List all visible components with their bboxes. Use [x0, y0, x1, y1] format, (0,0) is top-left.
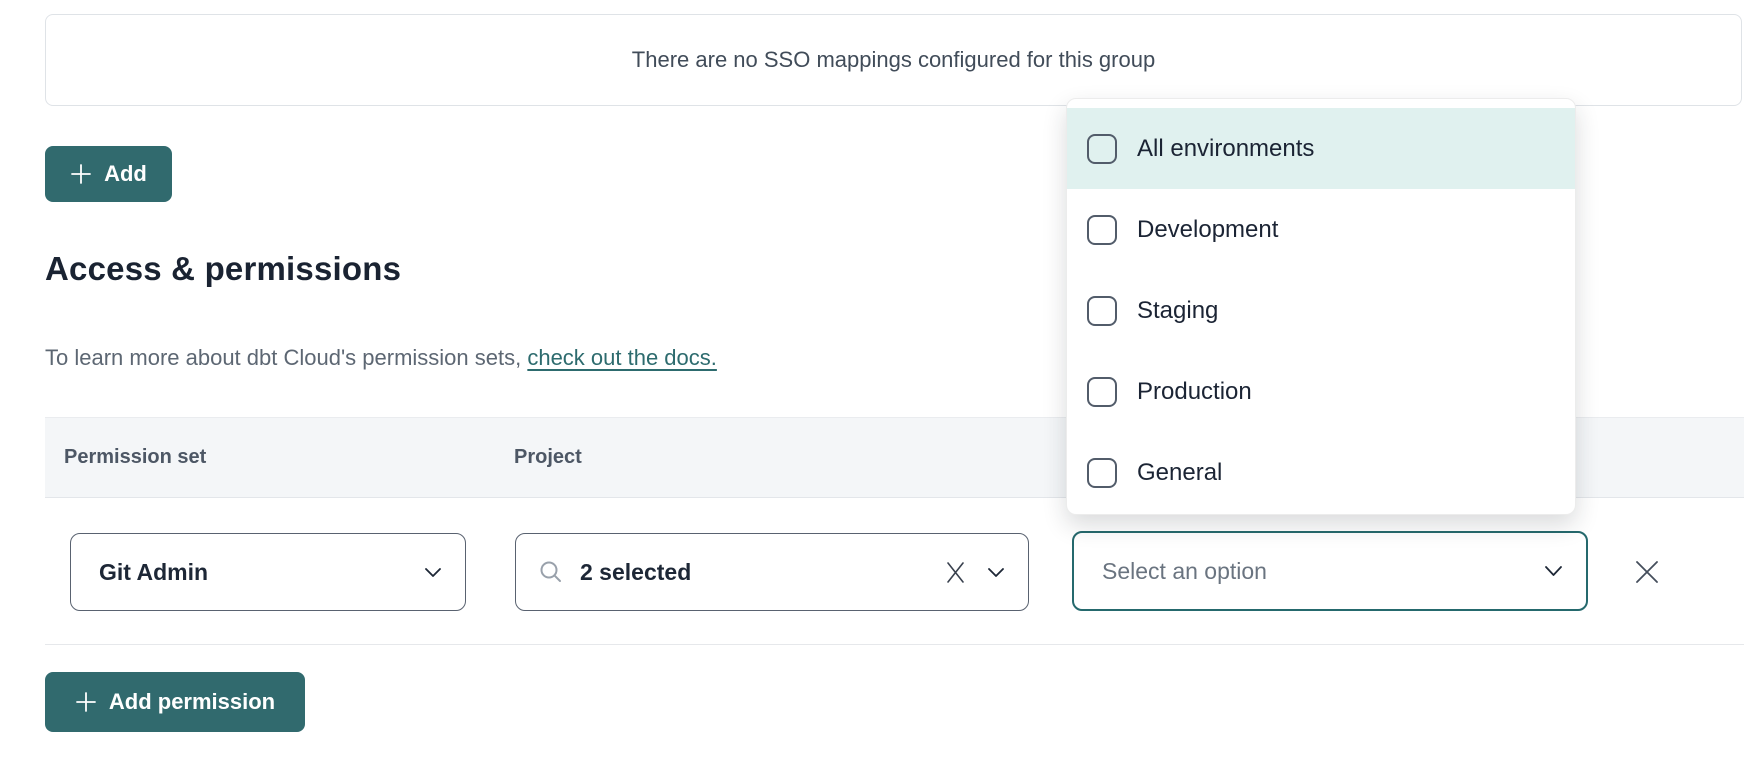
dropdown-option-general[interactable]: General — [1067, 432, 1575, 513]
checkbox[interactable] — [1087, 458, 1117, 488]
page-title: Access & permissions — [45, 250, 401, 288]
add-permission-button[interactable]: Add permission — [45, 672, 305, 732]
option-label: General — [1137, 459, 1222, 487]
dropdown-option-development[interactable]: Development — [1067, 189, 1575, 270]
dropdown-option-production[interactable]: Production — [1067, 351, 1575, 432]
chevron-down-icon — [425, 568, 441, 577]
plus-icon — [70, 163, 92, 185]
environment-select[interactable]: Select an option — [1072, 531, 1588, 611]
checkbox[interactable] — [1087, 215, 1117, 245]
plus-icon — [75, 691, 97, 713]
sso-mappings-empty-state: There are no SSO mappings configured for… — [45, 14, 1742, 106]
project-selected-count: 2 selected — [580, 559, 691, 586]
sso-empty-message: There are no SSO mappings configured for… — [632, 47, 1155, 73]
option-label: Production — [1137, 378, 1252, 406]
checkbox[interactable] — [1087, 296, 1117, 326]
environment-dropdown: All environments Development Staging Pro… — [1066, 98, 1576, 515]
chevron-down-icon — [988, 568, 1004, 577]
docs-link[interactable]: check out the docs. — [527, 345, 717, 370]
clear-selection-icon[interactable] — [945, 562, 966, 583]
checkbox[interactable] — [1087, 134, 1117, 164]
description-text: To learn more about dbt Cloud's permissi… — [45, 345, 527, 370]
dropdown-option-all-environments[interactable]: All environments — [1067, 108, 1575, 189]
add-sso-mapping-button[interactable]: Add — [45, 146, 172, 202]
add-permission-button-label: Add permission — [109, 689, 275, 715]
row-divider — [45, 644, 1744, 645]
dropdown-option-staging[interactable]: Staging — [1067, 270, 1575, 351]
permission-set-value: Git Admin — [99, 559, 208, 586]
project-multiselect[interactable]: 2 selected — [515, 533, 1029, 611]
section-description: To learn more about dbt Cloud's permissi… — [45, 345, 717, 371]
environment-select-placeholder: Select an option — [1102, 558, 1267, 585]
chevron-down-icon — [1545, 566, 1562, 576]
option-label: All environments — [1137, 135, 1314, 163]
permission-set-select[interactable]: Git Admin — [70, 533, 466, 611]
add-button-label: Add — [104, 161, 147, 187]
column-header-project: Project — [514, 418, 582, 497]
group-settings-page: There are no SSO mappings configured for… — [0, 0, 1744, 772]
search-icon — [538, 559, 564, 585]
remove-permission-icon[interactable] — [1634, 559, 1660, 585]
option-label: Development — [1137, 216, 1278, 244]
option-label: Staging — [1137, 297, 1218, 325]
checkbox[interactable] — [1087, 377, 1117, 407]
column-header-permission-set: Permission set — [64, 418, 206, 497]
